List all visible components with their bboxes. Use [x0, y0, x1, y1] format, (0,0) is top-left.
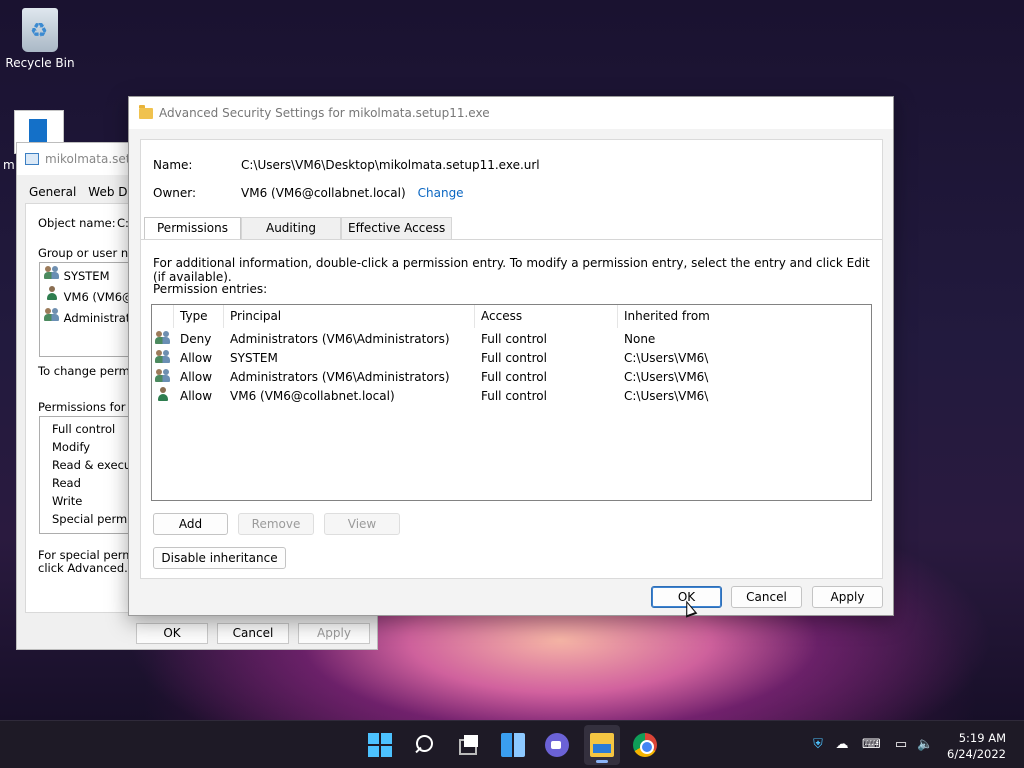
row-type: Allow — [180, 369, 213, 384]
dialog-content: Name: C:\Users\VM6\Desktop\mikolmata.set… — [140, 139, 883, 579]
row-inherited: None — [624, 331, 656, 346]
row-principal: SYSTEM — [230, 350, 278, 365]
onedrive-icon[interactable]: ☁ — [834, 737, 850, 753]
change-owner-link[interactable]: Change — [418, 186, 464, 200]
clock-time: 5:19 AM — [958, 731, 1006, 745]
dialog-title: Advanced Security Settings for mikolmata… — [159, 106, 490, 120]
table-header: Type Principal Access Inherited from — [152, 305, 871, 329]
row-principal: Administrators (VM6\Administrators) — [230, 369, 450, 384]
user-icon — [44, 285, 60, 301]
remove-button[interactable]: Remove — [238, 513, 314, 535]
disable-inheritance-button[interactable]: Disable inheritance — [153, 547, 286, 569]
advanced-security-dialog: Advanced Security Settings for mikolmata… — [128, 96, 894, 616]
group-icon — [44, 264, 60, 280]
row-access: Full control — [481, 388, 547, 403]
active-indicator — [596, 760, 608, 763]
row-inherited: C:\Users\VM6\ — [624, 369, 709, 384]
row-access: Full control — [481, 331, 547, 346]
list-item: Read & execute — [52, 458, 143, 472]
user-icon — [155, 386, 171, 402]
security-icon[interactable]: ⛨ — [810, 737, 826, 753]
column-type[interactable]: Type — [174, 305, 224, 328]
tab-auditing[interactable]: Auditing — [240, 217, 342, 239]
volume-icon[interactable]: 🔈 — [917, 737, 933, 753]
column-principal[interactable]: Principal — [224, 305, 475, 328]
props-ok-button[interactable]: OK — [136, 623, 208, 644]
apply-button[interactable]: Apply — [812, 586, 883, 608]
list-item: Read — [52, 476, 81, 490]
table-row[interactable]: Allow Administrators (VM6\Administrators… — [152, 367, 871, 386]
list-item[interactable]: Administrators — [40, 305, 148, 326]
start-icon[interactable] — [368, 733, 392, 757]
file-explorer-button[interactable] — [584, 725, 620, 765]
network-icon[interactable]: ▭ — [893, 737, 909, 753]
column-icon — [152, 305, 174, 328]
file-icon — [25, 153, 39, 165]
chrome-icon[interactable] — [633, 733, 657, 757]
taskbar: ⛨ ☁ ⌨ ▭ 🔈 5:19 AM 6/24/2022 — [0, 720, 1024, 768]
cancel-button[interactable]: Cancel — [731, 586, 802, 608]
tab-effective-access[interactable]: Effective Access — [341, 217, 453, 239]
permissions-list: Full control Modify Read & execute Read … — [39, 416, 153, 534]
row-type: Allow — [180, 388, 213, 403]
tab-divider — [141, 239, 882, 240]
info-text: For additional information, double-click… — [153, 256, 870, 284]
clock-date: 6/24/2022 — [947, 747, 1006, 761]
row-type: Deny — [180, 331, 212, 346]
recycle-bin-label: Recycle Bin — [5, 56, 75, 70]
search-icon[interactable] — [413, 733, 437, 757]
owner-label: Owner: — [153, 186, 197, 200]
clock[interactable]: 5:19 AM 6/24/2022 — [947, 730, 1006, 762]
dialog-tabs: Permissions Auditing Effective Access — [144, 217, 453, 240]
props-cancel-button[interactable]: Cancel — [217, 623, 289, 644]
table-row[interactable]: Allow VM6 (VM6@collabnet.local) Full con… — [152, 386, 871, 405]
recycle-bin-icon — [22, 8, 58, 52]
special-note-2: click Advanced. — [38, 561, 128, 575]
add-button[interactable]: Add — [153, 513, 228, 535]
object-name-label: Object name: — [38, 216, 116, 230]
permission-entries-table[interactable]: Type Principal Access Inherited from Den… — [151, 304, 872, 501]
table-row[interactable]: Deny Administrators (VM6\Administrators)… — [152, 329, 871, 348]
row-access: Full control — [481, 369, 547, 384]
row-access: Full control — [481, 350, 547, 365]
group-icon — [155, 367, 171, 383]
table-row[interactable]: Allow SYSTEM Full control C:\Users\VM6\ — [152, 348, 871, 367]
name-label: Name: — [153, 158, 193, 172]
list-item: Modify — [52, 440, 91, 454]
keyboard-icon[interactable]: ⌨ — [862, 737, 881, 753]
tab-general[interactable]: General — [25, 183, 80, 201]
list-item: Special permissio — [52, 512, 153, 526]
chat-icon[interactable] — [545, 733, 569, 757]
group-icon — [155, 329, 171, 345]
owner-value: VM6 (VM6@collabnet.local) — [241, 186, 406, 200]
list-item: Write — [52, 494, 83, 508]
group-icon — [44, 306, 60, 322]
row-type: Allow — [180, 350, 213, 365]
name-value[interactable]: C:\Users\VM6\Desktop\mikolmata.setup11.e… — [241, 158, 540, 172]
view-button[interactable]: View — [324, 513, 400, 535]
file-explorer-icon — [590, 733, 614, 757]
row-inherited: C:\Users\VM6\ — [624, 350, 709, 365]
column-inherited[interactable]: Inherited from — [618, 305, 818, 328]
folder-icon — [139, 104, 153, 119]
column-access[interactable]: Access — [475, 305, 618, 328]
list-item[interactable]: VM6 (VM6@co — [40, 284, 147, 305]
permission-entries-label: Permission entries: — [153, 282, 268, 296]
row-inherited: C:\Users\VM6\ — [624, 388, 709, 403]
dialog-titlebar[interactable]: Advanced Security Settings for mikolmata… — [129, 97, 893, 129]
list-item[interactable]: SYSTEM — [40, 263, 138, 284]
group-icon — [155, 348, 171, 364]
widgets-icon[interactable] — [501, 733, 525, 757]
desktop-file-label: m — [3, 158, 15, 172]
group-list[interactable]: SYSTEM VM6 (VM6@co Administrators — [39, 262, 148, 357]
row-principal: Administrators (VM6\Administrators) — [230, 331, 450, 346]
row-principal: VM6 (VM6@collabnet.local) — [230, 388, 395, 403]
props-apply-button[interactable]: Apply — [298, 623, 370, 644]
list-item: Full control — [52, 422, 116, 436]
task-view-icon[interactable] — [457, 733, 481, 757]
recycle-bin[interactable]: Recycle Bin — [0, 8, 80, 70]
tab-permissions[interactable]: Permissions — [144, 217, 241, 240]
